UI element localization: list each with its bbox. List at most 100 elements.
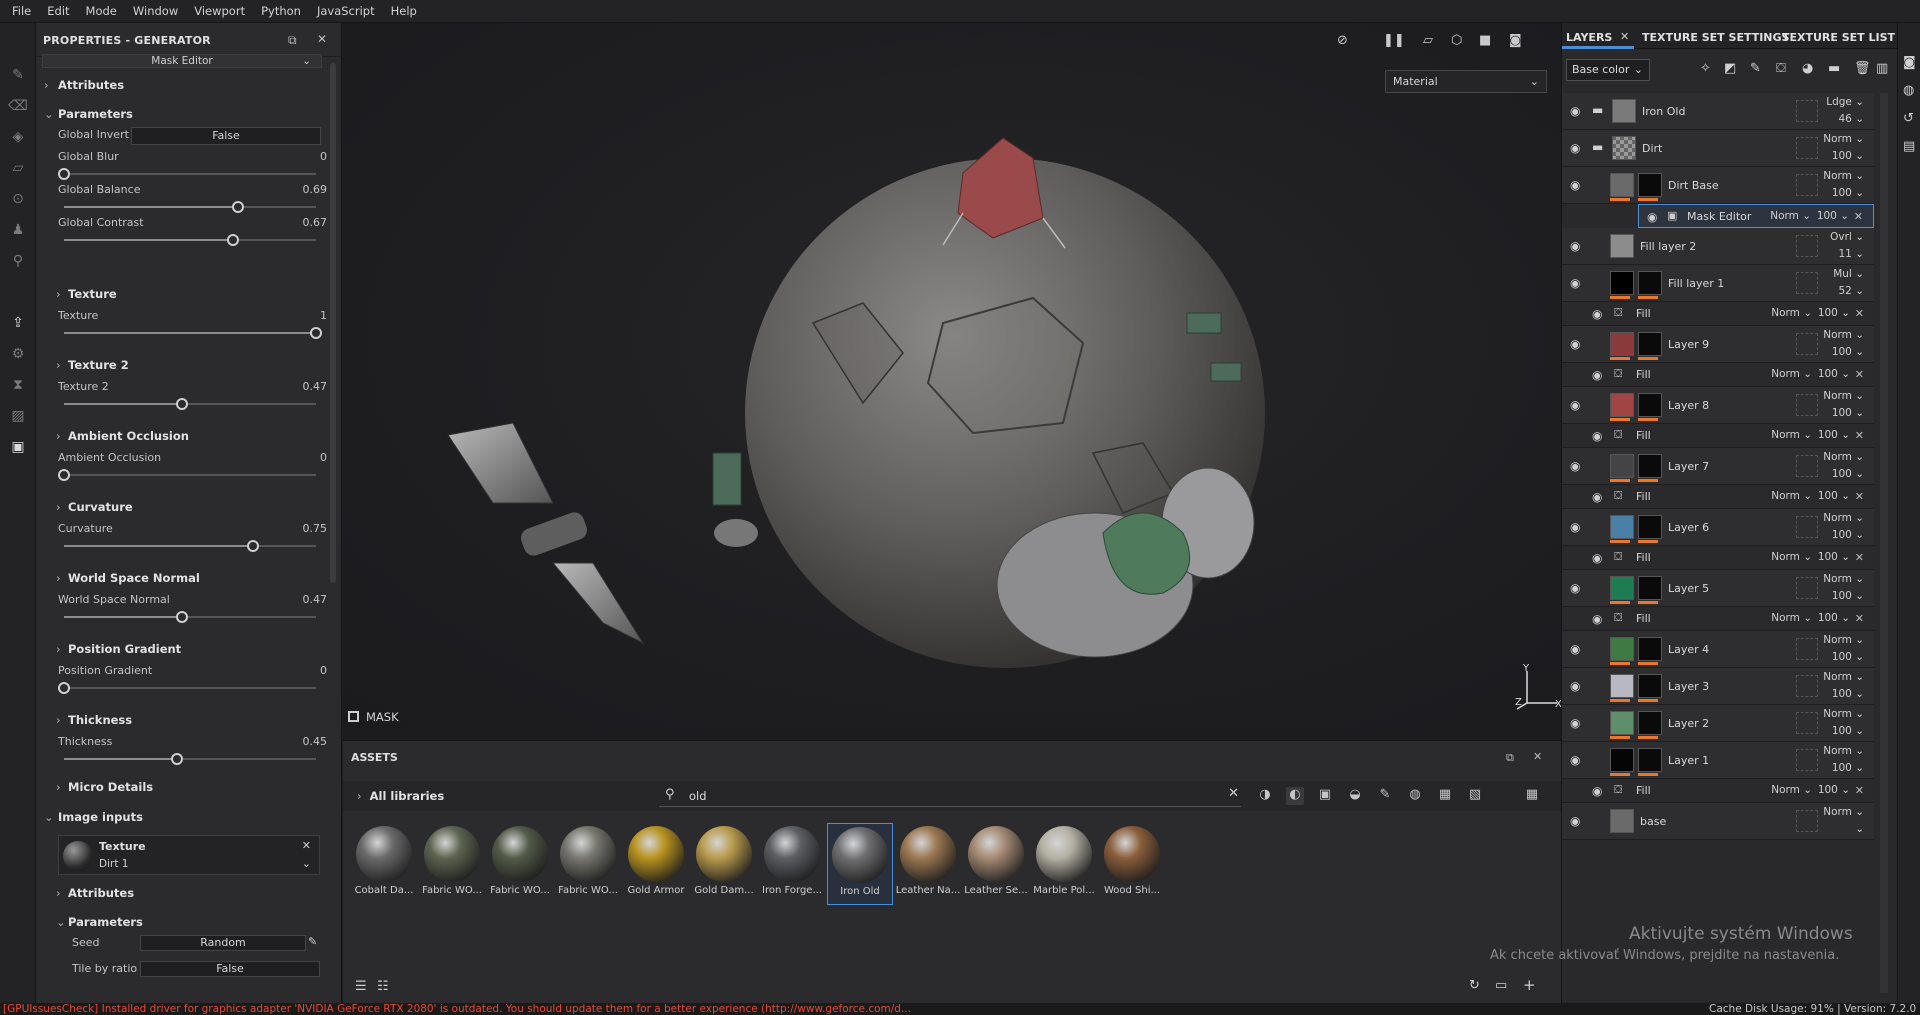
layer-opacity[interactable]: 100 ⌄ xyxy=(1832,725,1864,737)
eye-icon[interactable]: ◉ xyxy=(1570,581,1580,595)
layer-opacity[interactable]: 100 ⌄ xyxy=(1832,529,1864,541)
clear-search-icon[interactable]: ✕ xyxy=(1228,786,1239,801)
blend-mode[interactable]: Mul ⌄ xyxy=(1833,268,1864,280)
eye-icon[interactable]: ◉ xyxy=(1570,141,1580,155)
layer-opacity[interactable]: 100 ⌄ xyxy=(1832,407,1864,419)
asset-item[interactable]: Fabric WO... xyxy=(555,823,621,905)
layer-mask-thumbnail[interactable] xyxy=(1638,576,1662,600)
blend-mode[interactable]: Norm ⌄ xyxy=(1771,307,1812,319)
mask-label[interactable]: MASK xyxy=(348,710,399,724)
layer-effect-row[interactable]: ◉ ▣ Mask Editor Norm ⌄ 100 ⌄ ✕ xyxy=(1638,204,1874,228)
eye-icon[interactable]: ◉ xyxy=(1570,398,1580,412)
search-input[interactable] xyxy=(689,787,1189,805)
menu-javascript[interactable]: JavaScript xyxy=(309,4,383,18)
blend-mode[interactable]: Norm ⌄ xyxy=(1771,612,1812,624)
add-icon[interactable]: + xyxy=(1523,976,1536,994)
layers-scrollbar[interactable] xyxy=(1880,93,1888,993)
add-fill-layer-icon[interactable]: ⛋ xyxy=(1776,61,1786,76)
close-icon[interactable]: ✕ xyxy=(1855,429,1864,442)
geometry-mask-icon[interactable]: ▱ xyxy=(8,158,28,178)
layer-opacity[interactable]: 11 ⌄ xyxy=(1838,248,1864,260)
group-header[interactable]: › Texture xyxy=(56,287,117,301)
asset-item[interactable]: Cobalt Da... xyxy=(351,823,417,905)
layer-row[interactable]: ◉ Layer 7 Norm ⌄ 100 ⌄ xyxy=(1562,448,1874,485)
slider-handle[interactable] xyxy=(226,234,239,246)
menu-file[interactable]: File xyxy=(4,4,39,18)
blend-mode[interactable]: Ovrl ⌄ xyxy=(1830,231,1864,243)
seed-field[interactable]: Random xyxy=(140,935,306,951)
slider-handle[interactable] xyxy=(231,201,244,213)
close-icon[interactable]: ✕ xyxy=(1855,784,1864,797)
group-slider-track[interactable] xyxy=(64,398,316,410)
close-icon[interactable]: ✕ xyxy=(1855,368,1864,381)
group-header[interactable]: › Texture 2 xyxy=(56,358,129,372)
section-attributes-2[interactable]: › Attributes xyxy=(56,886,134,900)
group-header[interactable]: › Position Gradient xyxy=(56,642,181,656)
picker-icon[interactable]: ⚲ xyxy=(8,251,28,271)
add-smart-material-icon[interactable]: ◕ xyxy=(1802,61,1813,76)
layer-mask-thumbnail[interactable] xyxy=(1638,454,1662,478)
layer-opacity[interactable]: 46 ⌄ xyxy=(1838,113,1864,125)
layer-effect-row[interactable]: ◉ ⛋ Fill Norm ⌄ 100 ⌄ ✕ xyxy=(1562,607,1874,631)
layer-row[interactable]: ◉ Layer 4 Norm ⌄ 100 ⌄ xyxy=(1562,631,1874,668)
eye-icon[interactable]: ◉ xyxy=(1570,239,1580,253)
list-view-icon[interactable]: ☰ xyxy=(355,979,367,994)
group-slider-track[interactable] xyxy=(64,540,316,552)
channel-select[interactable]: Base color ⌄ xyxy=(1566,59,1650,81)
blend-mode[interactable]: Norm ⌄ xyxy=(1823,671,1864,683)
delete-icon[interactable]: 🗑 xyxy=(1854,61,1871,76)
group-header[interactable]: › Ambient Occlusion xyxy=(56,429,189,443)
environment-filter-icon[interactable]: ▧ xyxy=(1466,787,1484,805)
layer-opacity[interactable]: 100 ⌄ xyxy=(1832,468,1864,480)
layer-mask-thumbnail[interactable] xyxy=(1638,711,1662,735)
image-input-card[interactable]: Texture Dirt 1 ✕ ⌄ xyxy=(58,835,320,875)
eraser-icon[interactable]: ⌫ xyxy=(8,96,28,116)
slider-handle[interactable] xyxy=(310,327,322,339)
blend-mode[interactable]: Norm ⌄ xyxy=(1823,170,1864,182)
slider-handle[interactable] xyxy=(58,168,70,180)
section-image-inputs[interactable]: ⌄ Image inputs xyxy=(44,810,143,824)
eye-icon[interactable]: ◉ xyxy=(1570,104,1580,118)
effect-opacity[interactable]: 100 ⌄ xyxy=(1818,490,1850,502)
all-libraries-button[interactable]: › All libraries xyxy=(357,789,444,803)
asset-item[interactable]: Wood Shi... xyxy=(1099,823,1165,905)
eye-icon[interactable]: ◉ xyxy=(1647,210,1657,224)
menu-help[interactable]: Help xyxy=(383,4,425,18)
asset-item[interactable]: Leather Se... xyxy=(963,823,1029,905)
layer-opacity[interactable]: 100 ⌄ xyxy=(1832,688,1864,700)
blend-mode[interactable]: Norm ⌄ xyxy=(1771,784,1812,796)
eye-icon[interactable]: ◉ xyxy=(1570,716,1580,730)
tab-layers[interactable]: LAYERS xyxy=(1566,31,1612,44)
eye-icon[interactable]: ◉ xyxy=(1570,459,1580,473)
layer-opacity[interactable]: 100 ⌄ xyxy=(1832,590,1864,602)
blend-mode[interactable]: Norm ⌄ xyxy=(1771,429,1812,441)
eye-icon[interactable]: ◉ xyxy=(1592,551,1602,565)
eye-icon[interactable]: ◉ xyxy=(1570,178,1580,192)
grid-view-icon[interactable]: ▦ xyxy=(1523,787,1541,805)
layer-mask-thumbnail[interactable] xyxy=(1638,637,1662,661)
close-icon[interactable]: ✕ xyxy=(1854,210,1863,223)
slider-handle[interactable] xyxy=(58,469,70,481)
bake-icon[interactable]: ⧗ xyxy=(8,375,28,395)
layer-effect-row[interactable]: ◉ ⛋ Fill Norm ⌄ 100 ⌄ ✕ xyxy=(1562,302,1874,326)
layer-row[interactable]: ◉ Layer 3 Norm ⌄ 100 ⌄ xyxy=(1562,668,1874,705)
layer-effect-row[interactable]: ◉ ⛋ Fill Norm ⌄ 100 ⌄ ✕ xyxy=(1562,779,1874,803)
eye-icon[interactable]: ◉ xyxy=(1592,307,1602,321)
slider-handle[interactable] xyxy=(171,753,184,765)
blend-mode[interactable]: Norm ⌄ xyxy=(1823,390,1864,402)
asset-item[interactable]: Iron Old xyxy=(827,823,893,905)
display-settings-icon[interactable]: ◙ xyxy=(1903,55,1916,70)
float-panel-icon[interactable]: ⧉ xyxy=(288,33,297,48)
blend-mode[interactable]: Norm ⌄ xyxy=(1771,551,1812,563)
status-message[interactable]: [GPUIssuesCheck] Installed driver for gr… xyxy=(3,1003,911,1015)
blend-mode[interactable]: Norm ⌄ xyxy=(1823,806,1864,818)
effect-opacity[interactable]: 100 ⌄ xyxy=(1818,368,1850,380)
projection-icon[interactable]: ◈ xyxy=(8,127,28,147)
asset-item[interactable]: Gold Dam... xyxy=(691,823,757,905)
layer-mask-thumbnail[interactable] xyxy=(1638,393,1662,417)
layer-opacity[interactable]: 100 ⌄ xyxy=(1832,762,1864,774)
pencil-icon[interactable]: ✎ xyxy=(308,935,317,948)
log-icon[interactable]: ▤ xyxy=(1903,139,1915,154)
layer-row[interactable]: ◉ Layer 5 Norm ⌄ 100 ⌄ xyxy=(1562,570,1874,607)
layer-mask-thumbnail[interactable] xyxy=(1638,674,1662,698)
